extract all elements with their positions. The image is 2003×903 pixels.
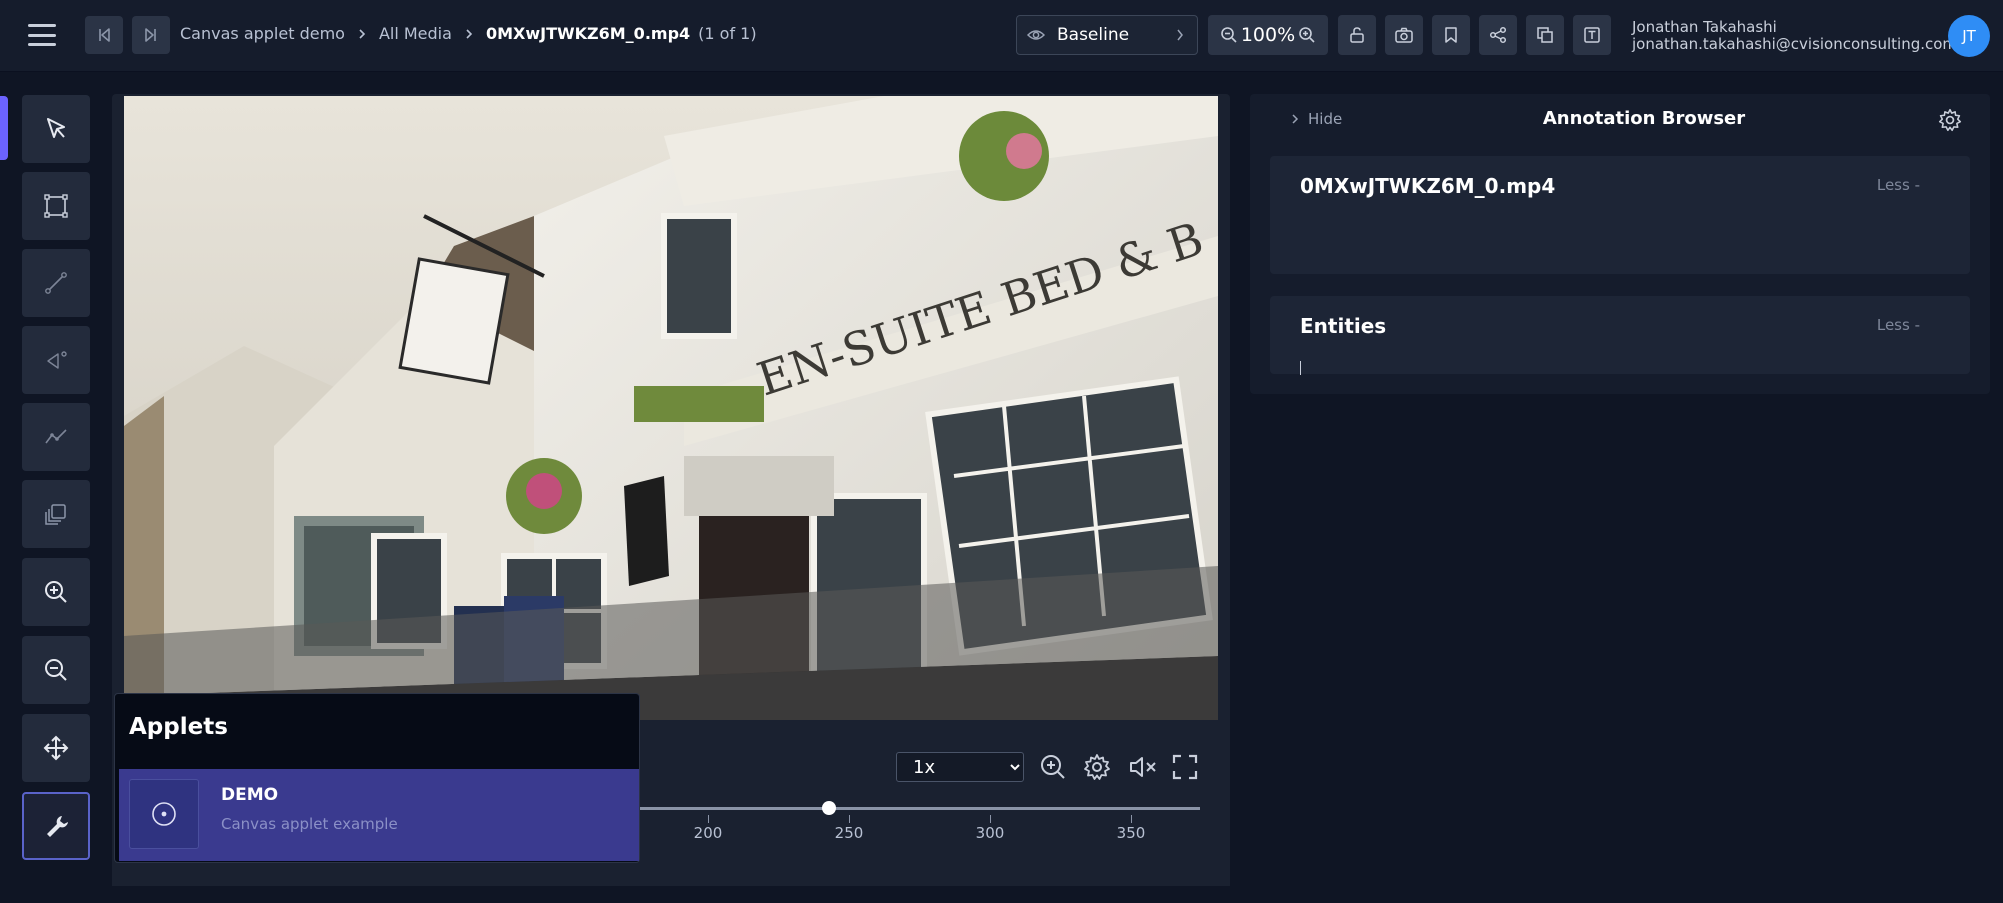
version-label: Baseline (1057, 25, 1130, 45)
active-tool-indicator (0, 96, 8, 160)
point-icon (47, 351, 67, 369)
timeline-tick (1131, 815, 1132, 823)
timeline-tick-label: 200 (693, 824, 723, 842)
zoom-control: 100% (1208, 15, 1328, 55)
line-icon (45, 272, 67, 294)
copy-icon (45, 504, 66, 525)
zoom-in-icon[interactable] (1298, 26, 1316, 44)
menu-icon[interactable] (28, 24, 56, 46)
copy-tool-button[interactable] (22, 480, 90, 548)
chevron-right-icon (464, 28, 474, 40)
track-icon (45, 429, 67, 444)
zoom-out-icon (45, 659, 67, 681)
media-card-title: 0MXwJTWKZ6M_0.mp4 (1300, 174, 1556, 198)
playback-speed-select[interactable]: 1x (896, 752, 1024, 782)
entities-card-toggle[interactable]: Less - (1877, 316, 1920, 334)
user-info: Jonathan Takahashi jonathan.takahashi@cv… (1632, 19, 1957, 53)
applet-icon (129, 779, 199, 849)
timeline-tick (849, 815, 850, 823)
pan-tool-button[interactable] (22, 714, 90, 782)
chevron-right-icon (1292, 114, 1299, 124)
zoom-in-tool-button[interactable] (22, 558, 90, 626)
layers-button[interactable] (1526, 15, 1564, 55)
hide-panel-button[interactable]: Hide (1290, 110, 1342, 128)
breadcrumb-project-link[interactable]: Canvas applet demo (180, 24, 345, 43)
user-name: Jonathan Takahashi (1632, 18, 1777, 36)
point-tool-button[interactable] (22, 326, 90, 394)
fullscreen-button[interactable] (1170, 752, 1200, 782)
box-tool-button[interactable] (22, 172, 90, 240)
camera-icon (1395, 27, 1413, 43)
volume-muted-icon (1130, 757, 1156, 777)
mute-button[interactable] (1128, 752, 1158, 782)
timeline-handle[interactable] (822, 801, 836, 815)
chevron-right-icon (1177, 29, 1183, 41)
street-scene-image: EN-SUITE BED & B (124, 96, 1218, 720)
panel-title: Annotation Browser (1542, 108, 1746, 129)
hide-label: Hide (1308, 110, 1343, 128)
text-cursor (1300, 361, 1301, 375)
bookmark-icon (1445, 27, 1457, 43)
text-button[interactable] (1573, 15, 1611, 55)
player-settings-button[interactable] (1082, 752, 1112, 782)
eye-icon (1027, 30, 1045, 40)
applets-menu: Applets DEMO Canvas applet example (114, 693, 640, 863)
video-frame[interactable]: EN-SUITE BED & B (124, 96, 1218, 720)
zoom-level: 100% (1240, 24, 1296, 46)
box-icon (44, 194, 68, 218)
share-button[interactable] (1479, 15, 1517, 55)
line-tool-button[interactable] (22, 249, 90, 317)
timeline-track[interactable] (640, 807, 1200, 810)
layers-icon (1537, 27, 1553, 43)
version-selector[interactable]: Baseline (1016, 15, 1198, 55)
skip-forward-icon (145, 28, 156, 42)
applet-name: DEMO (221, 785, 279, 805)
file-count: (1 of 1) (698, 24, 757, 43)
skip-back-icon (99, 28, 110, 42)
previous-media-button[interactable] (85, 16, 123, 54)
breadcrumb-all-media-link[interactable]: All Media (379, 24, 452, 43)
timeline-tick (990, 815, 991, 823)
zoom-in-icon (1041, 755, 1065, 779)
fullscreen-icon (1172, 754, 1198, 780)
timeline-tick-label: 350 (1116, 824, 1146, 842)
lock-button[interactable] (1338, 15, 1376, 55)
gear-icon (1938, 108, 1962, 132)
screenshot-button[interactable] (1385, 15, 1423, 55)
wrench-icon (47, 816, 68, 837)
text-icon (1584, 27, 1600, 43)
timeline-tick-label: 300 (975, 824, 1005, 842)
zoom-timeline-button[interactable] (1038, 752, 1068, 782)
timeline-tick-label: 250 (834, 824, 864, 842)
media-card-toggle[interactable]: Less - (1877, 176, 1920, 194)
panel-settings-button[interactable] (1938, 108, 1962, 136)
entities-card: Entities Less - (1270, 296, 1970, 374)
current-file-name: 0MXwJTWKZ6M_0.mp4 (485, 24, 691, 43)
bookmark-button[interactable] (1432, 15, 1470, 55)
unlock-icon (1350, 27, 1364, 43)
pointer-icon (47, 118, 65, 138)
zoom-in-icon (45, 581, 67, 603)
media-card: 0MXwJTWKZ6M_0.mp4 Less - (1270, 156, 1970, 274)
entities-card-title: Entities (1300, 314, 1387, 338)
zoom-out-tool-button[interactable] (22, 636, 90, 704)
applet-description: Canvas applet example (221, 815, 398, 833)
applet-item-demo[interactable]: DEMO Canvas applet example (119, 769, 639, 861)
gear-icon (1084, 754, 1110, 780)
applets-tool-button[interactable] (22, 792, 90, 860)
next-media-button[interactable] (132, 16, 170, 54)
pan-icon (43, 735, 69, 761)
target-icon (152, 802, 176, 826)
avatar[interactable]: JT (1948, 15, 1990, 57)
user-email: jonathan.takahashi@cvisionconsulting.com (1632, 35, 1958, 53)
track-tool-button[interactable] (22, 403, 90, 471)
top-header: Canvas applet demo All Media 0MXwJTWKZ6M… (0, 0, 2003, 72)
timeline-tick (708, 815, 709, 823)
applets-title: Applets (129, 714, 228, 740)
chevron-right-icon (357, 28, 367, 40)
breadcrumb: Canvas applet demo All Media 0MXwJTWKZ6M… (180, 24, 757, 43)
pointer-tool-button[interactable] (22, 95, 90, 163)
zoom-out-icon[interactable] (1220, 26, 1238, 44)
share-icon (1489, 26, 1507, 44)
